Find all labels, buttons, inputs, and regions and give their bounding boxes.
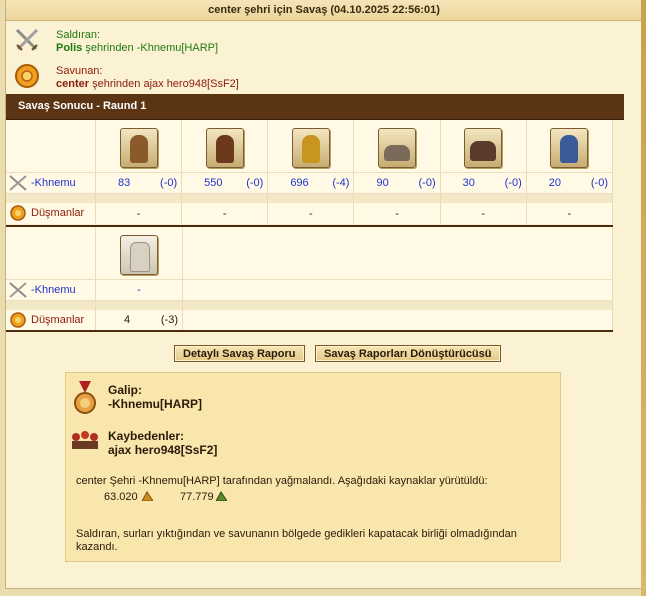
attacker-info: Saldıran: Polis şehrinden -Khnemu[HARP] xyxy=(6,25,642,57)
unit-count: 30 xyxy=(462,177,475,189)
unit-loss: (-0) xyxy=(504,177,522,189)
wood-pile-icon xyxy=(216,491,227,501)
report-converter-button[interactable]: Savaş Raporları Dönüştürücüsü xyxy=(315,345,501,362)
wall-icon[interactable] xyxy=(120,234,158,275)
unit-cell[interactable] xyxy=(353,120,441,173)
ram-icon[interactable] xyxy=(464,127,503,168)
resource-1-amount: 63.020 xyxy=(104,491,138,503)
shield-icon xyxy=(15,64,39,88)
crossed-swords-icon xyxy=(9,282,27,298)
battle-note: Saldıran, surları yıktığından ve savunan… xyxy=(76,528,517,553)
unit-count: 696 xyxy=(290,177,309,189)
attacker-label: Saldıran: xyxy=(56,29,101,41)
unit-loss: (-4) xyxy=(332,177,350,189)
unit-cell[interactable] xyxy=(267,120,355,173)
loser-name[interactable]: ajax hero948[SsF2] xyxy=(108,443,217,457)
right-scroll-border xyxy=(641,0,646,596)
unit-count: 550 xyxy=(204,177,223,189)
window-title: center şehri için Savaş (04.10.2025 22:5… xyxy=(6,0,642,21)
unit-count: 90 xyxy=(376,177,389,189)
unit-loss: (-0) xyxy=(418,177,436,189)
resource-2-amount: 77.779 xyxy=(180,491,214,503)
spearman-icon[interactable] xyxy=(550,127,589,168)
unit-count: 20 xyxy=(548,177,562,189)
shield-icon xyxy=(10,312,26,328)
enemy-count: - xyxy=(267,203,355,224)
enemy-count: - xyxy=(95,203,183,224)
round-title: Savaş Sonucu - Raund 1 xyxy=(6,94,624,120)
attacker-row-label: -Khnemu xyxy=(6,280,95,300)
defender-info: Savunan: center şehrinden ajax hero948[S… xyxy=(6,61,642,93)
enemies-label: Düşmanlar xyxy=(31,207,85,219)
wall-count: 4 xyxy=(124,314,131,326)
defeated-units-icon xyxy=(72,431,98,449)
defender-label: Savunan: xyxy=(56,65,103,77)
enemy-count: - xyxy=(181,203,269,224)
unit-loss: (-0) xyxy=(246,177,264,189)
winner-name[interactable]: -Khnemu[HARP] xyxy=(108,397,202,411)
attacker-city-link[interactable]: Polis xyxy=(56,42,82,54)
crossed-swords-icon xyxy=(15,28,39,51)
enemy-count: - xyxy=(353,203,441,224)
shield-icon xyxy=(10,205,26,221)
wall-table: -Khnemu - Düşmanlar 4 (-3) xyxy=(6,227,613,331)
crossed-swords-icon xyxy=(9,175,27,191)
hoplite-icon[interactable] xyxy=(291,127,330,168)
battle-report-window: center şehri için Savaş (04.10.2025 22:5… xyxy=(5,0,643,589)
unit-loss: (-0) xyxy=(590,177,608,189)
defender-origin: center şehrinden ajax hero948[SsF2] xyxy=(56,78,239,90)
loser-label: Kaybedenler: xyxy=(108,429,185,443)
section-divider xyxy=(6,330,613,332)
enemy-count: - xyxy=(440,203,527,224)
defender-city-link[interactable]: center xyxy=(56,78,89,90)
unit-cell[interactable] xyxy=(526,120,614,173)
winner-label: Galip: xyxy=(108,383,143,397)
enemy-row-label: Düşmanlar xyxy=(6,310,95,331)
enemies-label: Düşmanlar xyxy=(31,314,85,326)
gold-pile-icon xyxy=(142,491,153,501)
battle-result-box: Galip: -Khnemu[HARP] Kaybedenler: ajax h… xyxy=(65,372,561,562)
enemy-row-label: Düşmanlar xyxy=(6,203,95,224)
attacker-row-label: -Khnemu xyxy=(6,173,95,193)
attacker-origin: Polis şehrinden -Khnemu[HARP] xyxy=(56,42,218,54)
swordsman-icon[interactable] xyxy=(119,127,158,168)
unit-count: - xyxy=(95,279,183,301)
unit-cell[interactable] xyxy=(95,120,183,173)
enemy-count: - xyxy=(526,203,614,224)
slinger-icon[interactable] xyxy=(205,127,244,168)
loot-text: center Şehri -Khnemu[HARP] tarafından ya… xyxy=(76,475,488,487)
unit-cell[interactable] xyxy=(440,120,527,173)
defender-from-text: şehrinden ajax hero948[SsF2] xyxy=(89,78,239,90)
wall-loss: (-3) xyxy=(160,314,178,326)
attacker-player-link[interactable]: -Khnemu xyxy=(31,284,76,296)
unit-cell[interactable] xyxy=(181,120,269,173)
unit-loss: (-0) xyxy=(160,177,178,189)
unit-cell[interactable] xyxy=(95,227,183,280)
unit-count: 83 xyxy=(118,177,131,189)
detailed-report-button[interactable]: Detaylı Savaş Raporu xyxy=(174,345,305,362)
catapult-icon[interactable] xyxy=(378,127,417,168)
medal-icon xyxy=(74,381,96,414)
attacker-from-text: şehrinden -Khnemu[HARP] xyxy=(82,42,219,54)
attacker-player-link[interactable]: -Khnemu xyxy=(31,177,76,189)
unit-table: -Khnemu 83 (-0) 550 (-0) 696 (-4) 90 (-0) 30… xyxy=(6,120,614,224)
